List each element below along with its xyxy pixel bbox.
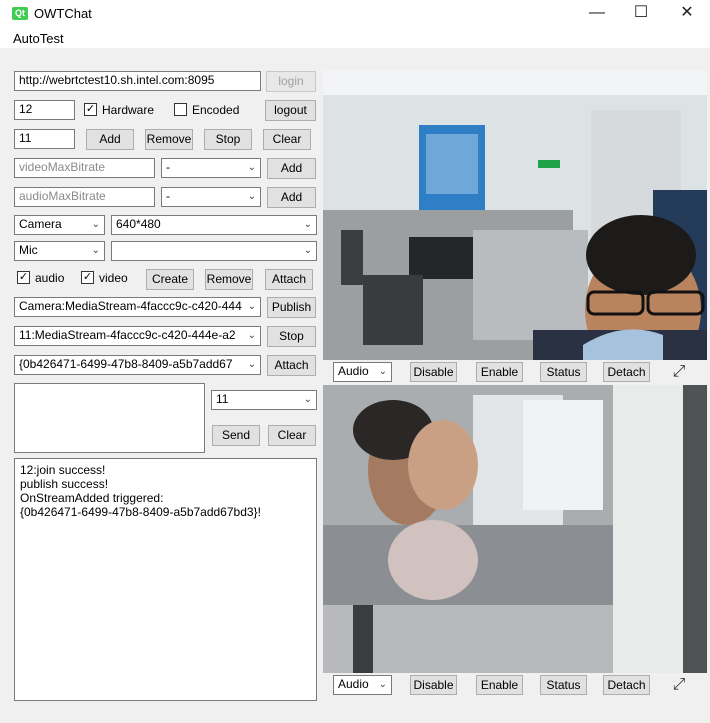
video1-detach-button[interactable]: Detach xyxy=(603,362,650,382)
chevron-down-icon: ⌄ xyxy=(91,245,100,256)
stop-stream-button[interactable]: Stop xyxy=(204,129,252,150)
remove-local-stream-button[interactable]: Remove xyxy=(205,269,253,290)
video2-status-button[interactable]: Status xyxy=(540,675,587,695)
chevron-down-icon: ⌄ xyxy=(378,366,387,377)
close-button[interactable]: ✕ xyxy=(664,0,710,28)
camera-value: Camera xyxy=(19,217,62,231)
local-video-frame xyxy=(323,70,707,360)
add-video-bitrate-button[interactable]: Add xyxy=(267,158,316,179)
chevron-down-icon: ⌄ xyxy=(378,679,387,690)
hardware-label: Hardware xyxy=(102,103,155,117)
mic-value: Mic xyxy=(19,243,38,257)
remote-stream-value: {0b426471-6499-47b8-8409-a5b7add67 xyxy=(19,357,233,371)
video-bitrate-value: - xyxy=(166,160,170,174)
hardware-checkbox[interactable]: ✓ xyxy=(84,103,97,116)
video1-audio-select[interactable]: Audio ⌄ xyxy=(333,362,392,382)
chat-target-value: 11 xyxy=(216,392,229,406)
audio-bitrate-select[interactable]: - ⌄ xyxy=(161,187,261,207)
audio-max-bitrate-input[interactable]: audioMaxBitrate xyxy=(14,187,155,207)
log-line: 12:join success! xyxy=(20,463,106,477)
chevron-down-icon: ⌄ xyxy=(247,330,256,341)
qt-logo-icon: Qt xyxy=(12,7,28,20)
video1-disable-button[interactable]: Disable xyxy=(410,362,457,382)
add-audio-bitrate-button[interactable]: Add xyxy=(267,187,316,208)
published-stream-value: 11:MediaStream-4faccc9c-c420-444e-a2 xyxy=(19,328,236,342)
server-url-input[interactable]: http://webrtctest10.sh.intel.com:8095 xyxy=(14,71,261,91)
remote-stream-select[interactable]: {0b426471-6499-47b8-8409-a5b7add67 ⌄ xyxy=(14,355,261,375)
video1-audio-value: Audio xyxy=(338,364,369,378)
video2-detach-button[interactable]: Detach xyxy=(603,675,650,695)
log-line: OnStreamAdded triggered: xyxy=(20,491,164,505)
login-button[interactable]: login xyxy=(266,71,316,92)
chevron-down-icon: ⌄ xyxy=(247,162,256,173)
create-stream-button[interactable]: Create xyxy=(146,269,194,290)
add-stream-button[interactable]: Add xyxy=(86,129,134,150)
video1-status-button[interactable]: Status xyxy=(540,362,587,382)
menu-bar xyxy=(0,28,710,48)
audio-bitrate-value: - xyxy=(166,189,170,203)
video-max-bitrate-input[interactable]: videoMaxBitrate xyxy=(14,158,155,178)
publish-button[interactable]: Publish xyxy=(267,297,316,318)
log-line: {0b426471-6499-47b8-8409-a5b7add67bd3}! xyxy=(20,505,261,519)
log-line: publish success! xyxy=(20,477,109,491)
stream-count-input[interactable]: 11 xyxy=(14,129,75,149)
clear-chat-button[interactable]: Clear xyxy=(268,425,316,446)
window-title: OWTChat xyxy=(34,6,92,21)
attach-remote-button[interactable]: Attach xyxy=(267,355,316,376)
chevron-down-icon: ⌄ xyxy=(303,219,312,230)
published-stream-select[interactable]: 11:MediaStream-4faccc9c-c420-444e-a2 ⌄ xyxy=(14,326,261,346)
video2-audio-value: Audio xyxy=(338,677,369,691)
attach-local-stream-button[interactable]: Attach xyxy=(265,269,313,290)
audio-label: audio xyxy=(35,271,65,285)
event-log[interactable]: 12:join success! publish success! OnStre… xyxy=(14,458,317,701)
resolution-value: 640*480 xyxy=(116,217,161,231)
video-bitrate-select[interactable]: - ⌄ xyxy=(161,158,261,178)
remote-video-view[interactable] xyxy=(323,385,707,673)
room-id-input[interactable]: 12 xyxy=(14,100,75,120)
chevron-down-icon: ⌄ xyxy=(247,191,256,202)
video2-fullscreen-icon[interactable]: ⤢ xyxy=(668,675,690,695)
video-label: video xyxy=(99,271,128,285)
camera-select[interactable]: Camera ⌄ xyxy=(14,215,105,235)
send-button[interactable]: Send xyxy=(212,425,260,446)
chevron-down-icon: ⌄ xyxy=(247,359,256,370)
local-video-view[interactable] xyxy=(323,70,707,360)
video2-disable-button[interactable]: Disable xyxy=(410,675,457,695)
clear-stream-button[interactable]: Clear xyxy=(263,129,311,150)
encoded-checkbox[interactable] xyxy=(174,103,187,116)
encoded-label: Encoded xyxy=(192,103,240,117)
logout-button[interactable]: logout xyxy=(265,100,316,121)
publish-stream-select[interactable]: Camera:MediaStream-4faccc9c-c420-444 ⌄ xyxy=(14,297,261,317)
audio-checkbox[interactable]: ✓ xyxy=(17,271,30,284)
publish-stream-value: Camera:MediaStream-4faccc9c-c420-444 xyxy=(19,299,242,313)
chevron-down-icon: ⌄ xyxy=(303,245,312,256)
chevron-down-icon: ⌄ xyxy=(91,219,100,230)
video2-enable-button[interactable]: Enable xyxy=(476,675,523,695)
resolution-select[interactable]: 640*480 ⌄ xyxy=(111,215,317,235)
mic-device-select[interactable]: ⌄ xyxy=(111,241,317,261)
remote-video-frame xyxy=(323,385,707,673)
video1-fullscreen-icon[interactable]: ⤢ xyxy=(668,362,690,382)
remove-stream-button[interactable]: Remove xyxy=(145,129,193,150)
menu-autotest[interactable]: AutoTest xyxy=(13,31,64,46)
mic-select[interactable]: Mic ⌄ xyxy=(14,241,105,261)
minimize-button[interactable]: — xyxy=(574,0,620,28)
message-input[interactable] xyxy=(14,383,205,453)
chevron-down-icon: ⌄ xyxy=(247,301,256,312)
maximize-button[interactable]: ☐ xyxy=(618,0,664,28)
video-checkbox[interactable]: ✓ xyxy=(81,271,94,284)
video2-audio-select[interactable]: Audio ⌄ xyxy=(333,675,392,695)
chevron-down-icon: ⌄ xyxy=(303,394,312,405)
chat-target-select[interactable]: 11 ⌄ xyxy=(211,390,317,410)
stop-publish-button[interactable]: Stop xyxy=(267,326,316,347)
video1-enable-button[interactable]: Enable xyxy=(476,362,523,382)
